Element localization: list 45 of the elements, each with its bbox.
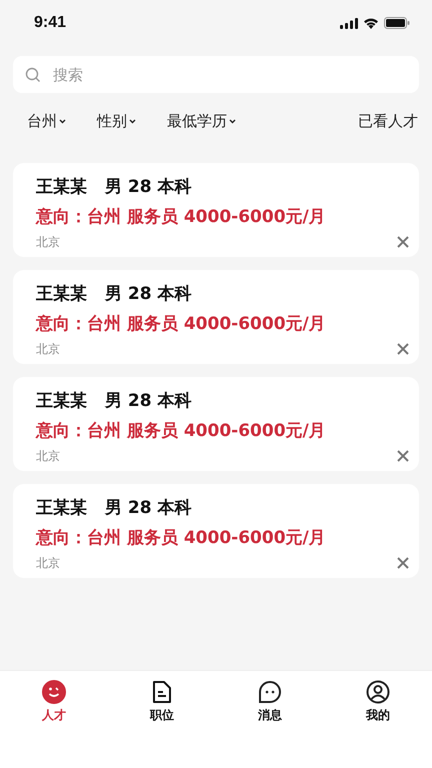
close-icon[interactable] [397, 236, 409, 248]
filter-dropdown[interactable]: 性别 [97, 112, 136, 130]
tab-item[interactable]: 人才 [0, 680, 108, 724]
candidate-info: 男 28 本科 [105, 497, 192, 519]
caret-icon [59, 118, 66, 124]
status-time: 9:41 [34, 14, 66, 32]
candidate-info: 男 28 本科 [105, 176, 192, 198]
job-intent: 意向：台州 服务员 4000-6000元/月 [36, 206, 326, 228]
smiley-icon [42, 680, 66, 704]
tab-item[interactable]: 消息 [216, 680, 324, 724]
tab-item[interactable]: 我的 [324, 680, 432, 724]
job-intent: 意向：台州 服务员 4000-6000元/月 [36, 313, 326, 335]
candidate-location: 北京 [36, 448, 60, 465]
search-field[interactable]: 搜索 [13, 56, 419, 93]
signal-icon [340, 18, 358, 28]
candidate-card[interactable]: 王某某 男 28 本科 意向：台州 服务员 4000-6000元/月 北京 [13, 377, 419, 471]
job-intent: 意向：台州 服务员 4000-6000元/月 [36, 420, 326, 442]
user-icon [366, 680, 390, 704]
candidate-info: 男 28 本科 [105, 283, 192, 305]
filter-dropdown[interactable]: 台州 [27, 112, 66, 130]
wifi-icon [363, 17, 379, 29]
job-intent: 意向：台州 服务员 4000-6000元/月 [36, 527, 326, 549]
filter-dropdown[interactable]: 最低学历 [167, 112, 236, 130]
viewed-talent-link[interactable]: 已看人才 [358, 112, 418, 130]
caret-icon [129, 118, 136, 124]
candidate-name: 王某某 [36, 283, 87, 305]
candidate-card[interactable]: 王某某 男 28 本科 意向：台州 服务员 4000-6000元/月 北京 [13, 270, 419, 364]
candidate-card[interactable]: 王某某 男 28 本科 意向：台州 服务员 4000-6000元/月 北京 [13, 484, 419, 578]
candidate-location: 北京 [36, 341, 60, 358]
candidate-name: 王某某 [36, 176, 87, 198]
close-icon[interactable] [397, 450, 409, 462]
candidate-name: 王某某 [36, 390, 87, 412]
candidate-info: 男 28 本科 [105, 390, 192, 412]
tab-item[interactable]: 职位 [108, 680, 216, 724]
candidate-location: 北京 [36, 234, 60, 251]
search-icon [25, 66, 41, 82]
caret-icon [229, 118, 236, 124]
battery-icon [384, 17, 410, 29]
candidate-location: 北京 [36, 555, 60, 572]
candidate-name: 王某某 [36, 497, 87, 519]
close-icon[interactable] [397, 343, 409, 355]
chat-bubble-icon [258, 680, 282, 704]
document-icon [151, 680, 173, 704]
candidate-card[interactable]: 王某某 男 28 本科 意向：台州 服务员 4000-6000元/月 北京 [13, 163, 419, 257]
close-icon[interactable] [397, 557, 409, 569]
